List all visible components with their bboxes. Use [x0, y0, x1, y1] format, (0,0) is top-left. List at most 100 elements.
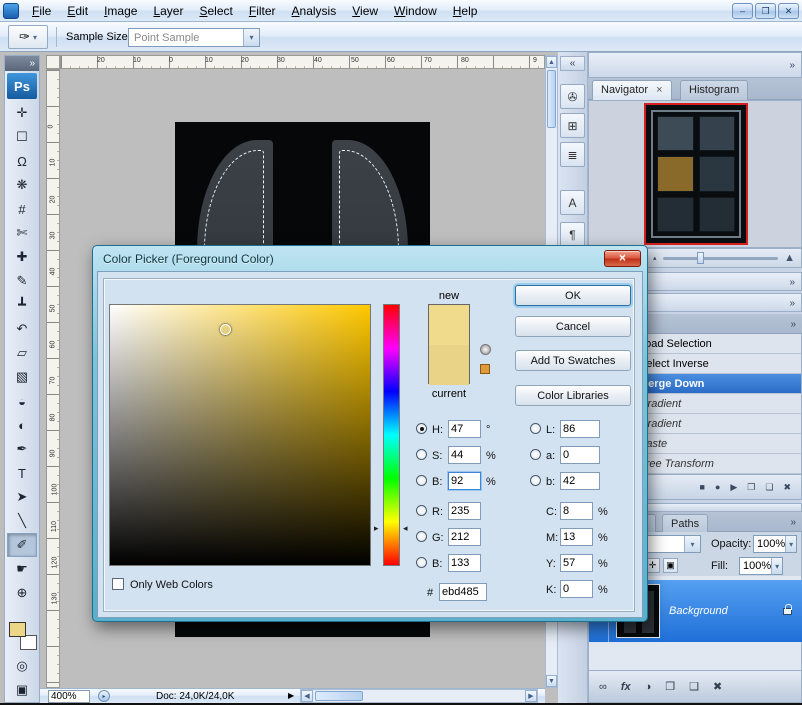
layer-name[interactable]: Background: [669, 605, 728, 617]
zoom-out-mountain-icon[interactable]: ▴: [653, 254, 657, 262]
pen-tool[interactable]: ✒: [7, 437, 37, 461]
b2-radio[interactable]: [416, 557, 427, 568]
dodge-tool[interactable]: ◐: [7, 413, 37, 437]
navigator-zoom-slider[interactable]: [663, 257, 779, 260]
m-field[interactable]: [560, 528, 593, 546]
quick-selection-tool[interactable]: ❋: [7, 173, 37, 197]
move-tool[interactable]: ✛: [7, 101, 37, 125]
dock-collapse-right-button[interactable]: »: [789, 60, 793, 71]
new-action-icon[interactable]: ❑: [765, 482, 773, 493]
hue-slider-right-arrow[interactable]: ◂: [403, 523, 408, 534]
close-button[interactable]: ✕: [778, 3, 799, 19]
dock-collapse-button[interactable]: «: [560, 56, 585, 71]
menu-window[interactable]: Window: [386, 0, 445, 21]
h-radio[interactable]: [416, 423, 427, 434]
l-field[interactable]: [560, 420, 600, 438]
zoom-slider-thumb[interactable]: [697, 252, 704, 264]
ruler-left[interactable]: 0 10 20 30 40 50 60 70 80 90 100 110 120…: [46, 69, 60, 688]
menu-layer[interactable]: Layer: [145, 0, 191, 21]
hand-tool[interactable]: ☛: [7, 557, 37, 581]
layer-comps-icon[interactable]: ≣: [560, 142, 585, 167]
menu-filter[interactable]: Filter: [241, 0, 284, 21]
cancel-button[interactable]: Cancel: [515, 316, 631, 337]
chevron-down-icon[interactable]: ▾: [684, 536, 700, 552]
screen-mode-button[interactable]: ▣: [7, 678, 37, 702]
color-libraries-button[interactable]: Color Libraries: [515, 385, 631, 406]
s-field[interactable]: [448, 446, 481, 464]
scroll-up-icon[interactable]: ▲: [546, 56, 557, 68]
menu-analysis[interactable]: Analysis: [284, 0, 345, 21]
chevron-down-icon[interactable]: ▾: [243, 29, 259, 46]
scroll-left-icon[interactable]: ◀: [301, 690, 313, 702]
new-set-icon[interactable]: ❒: [747, 482, 755, 493]
menu-edit[interactable]: Edit: [59, 0, 96, 21]
gradient-tool[interactable]: ▧: [7, 365, 37, 389]
chevron-down-icon[interactable]: ▾: [785, 536, 796, 552]
g-field[interactable]: [448, 528, 481, 546]
zoom-level-field[interactable]: 400%: [48, 690, 90, 703]
minimize-button[interactable]: –: [732, 3, 753, 19]
fill-field[interactable]: 100% ▾: [739, 557, 783, 575]
paragraph-panel-icon[interactable]: ¶: [560, 222, 585, 247]
play-icon[interactable]: ▶: [730, 482, 737, 493]
blur-tool[interactable]: ◒: [7, 389, 37, 413]
chevron-down-icon[interactable]: ▾: [771, 558, 782, 574]
opacity-field[interactable]: 100% ▾: [753, 535, 797, 553]
brush-tool[interactable]: ✎: [7, 269, 37, 293]
g-radio[interactable]: [416, 531, 427, 542]
panel-menu-icon[interactable]: »: [790, 319, 794, 330]
link-layers-icon[interactable]: ∞: [599, 681, 607, 693]
healing-brush-tool[interactable]: ✚: [7, 245, 37, 269]
r-radio[interactable]: [416, 505, 427, 516]
bb-field[interactable]: [560, 472, 600, 490]
h-field[interactable]: [448, 420, 481, 438]
stop-icon[interactable]: ■: [700, 482, 705, 492]
path-selection-tool[interactable]: ➤: [7, 485, 37, 509]
zoom-in-mountain-icon[interactable]: ▲: [784, 252, 795, 264]
tab-histogram[interactable]: Histogram: [680, 80, 748, 100]
l-radio[interactable]: [530, 423, 541, 434]
hex-field[interactable]: [439, 583, 487, 601]
type-tool[interactable]: T: [7, 461, 37, 485]
slice-tool[interactable]: ✄: [7, 221, 37, 245]
menu-file[interactable]: File: [24, 0, 59, 21]
restore-button[interactable]: ❐: [755, 3, 776, 19]
a-field[interactable]: [560, 446, 600, 464]
gamut-warning-icon[interactable]: [480, 344, 491, 355]
new-layer-icon[interactable]: ❑: [689, 680, 699, 693]
background-color-swatch[interactable]: [20, 635, 37, 650]
status-menu-arrow-icon[interactable]: ▶: [288, 691, 294, 700]
tool-presets-icon[interactable]: ✇: [560, 84, 585, 109]
rectangular-marquee-tool[interactable]: ☐: [7, 125, 37, 149]
c-field[interactable]: [560, 502, 593, 520]
toolbox-collapse-button[interactable]: »: [5, 56, 39, 71]
delete-layer-icon[interactable]: ✖: [713, 680, 722, 693]
scroll-down-icon[interactable]: ▼: [546, 675, 557, 687]
hue-slider-left-arrow[interactable]: ▸: [374, 523, 379, 534]
tab-paths[interactable]: Paths: [662, 514, 708, 532]
line-tool[interactable]: ╲: [7, 509, 37, 533]
a-radio[interactable]: [530, 449, 541, 460]
menu-image[interactable]: Image: [96, 0, 145, 21]
status-scroll-icon[interactable]: ▸: [98, 690, 110, 702]
lock-all-icon[interactable]: ▣: [663, 558, 678, 573]
s-radio[interactable]: [416, 449, 427, 460]
dialog-close-button[interactable]: ✕: [604, 250, 641, 267]
foreground-color-swatch[interactable]: [9, 622, 26, 637]
dialog-title-bar[interactable]: Color Picker (Foreground Color) ✕: [97, 246, 643, 271]
eraser-tool[interactable]: ▱: [7, 341, 37, 365]
b-radio[interactable]: [416, 475, 427, 486]
horizontal-scroll-thumb[interactable]: [315, 691, 363, 701]
menu-help[interactable]: Help: [445, 0, 486, 21]
canvas-horizontal-scrollbar[interactable]: ◀ ▶: [300, 689, 538, 703]
vertical-scroll-thumb[interactable]: [547, 70, 556, 128]
clone-source-icon[interactable]: ⊞: [560, 113, 585, 138]
zoom-tool[interactable]: ⊕: [7, 581, 37, 605]
delete-action-icon[interactable]: ✖: [783, 482, 791, 493]
crop-tool[interactable]: #: [7, 197, 37, 221]
menu-view[interactable]: View: [344, 0, 386, 21]
sample-size-select[interactable]: Point Sample ▾: [128, 28, 260, 47]
scroll-right-icon[interactable]: ▶: [525, 690, 537, 702]
menu-select[interactable]: Select: [191, 0, 240, 21]
layer-style-icon[interactable]: fx: [621, 681, 631, 693]
